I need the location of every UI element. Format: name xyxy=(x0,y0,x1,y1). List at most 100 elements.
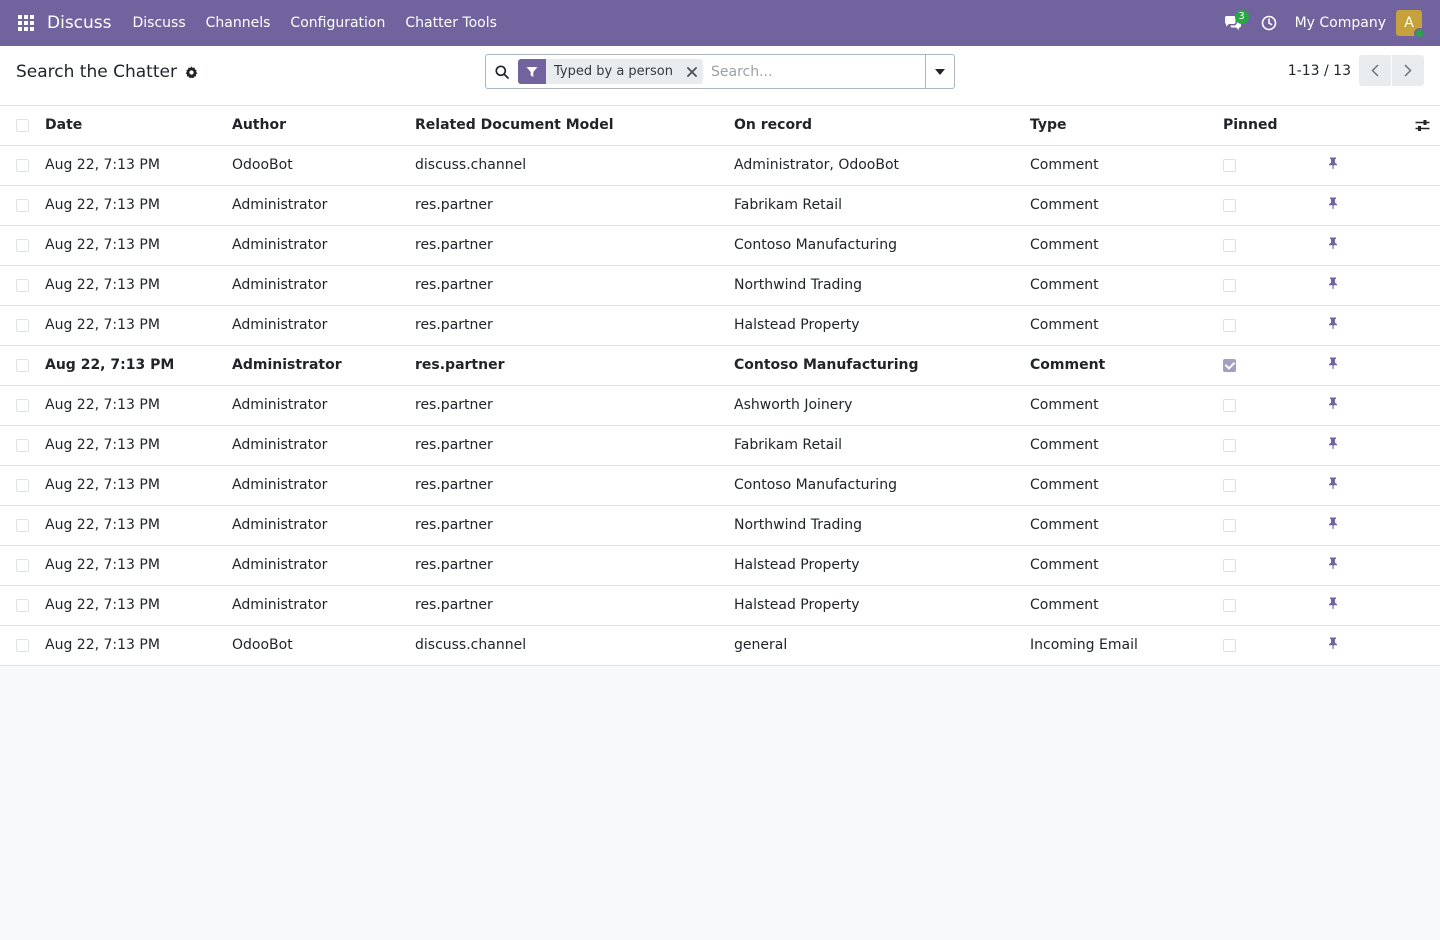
cell-type: Comment xyxy=(1030,425,1223,466)
activity-menu-button[interactable] xyxy=(1253,0,1285,46)
row-select-cell xyxy=(0,465,45,506)
pin-icon[interactable] xyxy=(1328,197,1338,213)
cell-pin-action xyxy=(1328,505,1440,546)
apps-menu-button[interactable] xyxy=(9,0,43,46)
cell-on-record: Halstead Property xyxy=(734,585,1030,626)
table-row[interactable]: Aug 22, 7:13 PM Administrator res.partner C… xyxy=(0,465,1440,506)
pin-icon[interactable] xyxy=(1328,277,1338,293)
cell-pinned xyxy=(1223,345,1328,386)
company-switcher[interactable]: My Company xyxy=(1285,15,1396,31)
menu-chatter-tools[interactable]: Chatter Tools xyxy=(395,0,507,46)
cell-model: res.partner xyxy=(415,305,734,346)
pin-icon[interactable] xyxy=(1328,517,1338,533)
search-input[interactable] xyxy=(708,56,925,87)
search-options-toggle[interactable] xyxy=(925,55,954,88)
cell-pinned xyxy=(1223,185,1328,226)
row-select-checkbox[interactable] xyxy=(16,598,29,612)
cell-date: Aug 22, 7:13 PM xyxy=(45,625,232,666)
close-icon[interactable] xyxy=(681,59,703,84)
cell-type: Comment xyxy=(1030,145,1223,186)
pager-value[interactable]: 1-13 / 13 xyxy=(1288,63,1351,79)
column-header-pinned[interactable]: Pinned xyxy=(1223,106,1328,146)
table-row[interactable]: Aug 22, 7:13 PM Administrator res.partner F… xyxy=(0,425,1440,466)
row-select-cell xyxy=(0,345,45,386)
app-brand[interactable]: Discuss xyxy=(47,13,112,33)
cell-pinned xyxy=(1223,465,1328,506)
cell-type: Comment xyxy=(1030,265,1223,306)
gear-icon[interactable] xyxy=(185,65,198,79)
row-select-checkbox[interactable] xyxy=(16,478,29,492)
pin-icon[interactable] xyxy=(1328,477,1338,493)
sliders-icon[interactable] xyxy=(1328,119,1440,132)
table-row[interactable]: Aug 22, 7:13 PM Administrator res.partner F… xyxy=(0,185,1440,226)
column-header-model[interactable]: Related Document Model xyxy=(415,106,734,146)
pinned-checkbox xyxy=(1223,358,1236,372)
row-select-checkbox[interactable] xyxy=(16,198,29,212)
cell-model: res.partner xyxy=(415,345,734,386)
row-select-checkbox[interactable] xyxy=(16,438,29,452)
messaging-menu-button[interactable]: 3 xyxy=(1213,0,1253,46)
row-select-checkbox[interactable] xyxy=(16,358,29,372)
row-select-checkbox[interactable] xyxy=(16,398,29,412)
column-header-type[interactable]: Type xyxy=(1030,106,1223,146)
row-select-checkbox[interactable] xyxy=(16,318,29,332)
cell-pin-action xyxy=(1328,345,1440,386)
menu-configuration[interactable]: Configuration xyxy=(280,0,395,46)
column-header-on-record[interactable]: On record xyxy=(734,106,1030,146)
cell-type: Comment xyxy=(1030,385,1223,426)
table-row[interactable]: Aug 22, 7:13 PM Administrator res.partner N… xyxy=(0,505,1440,546)
column-header-author[interactable]: Author xyxy=(232,106,415,146)
pinned-checkbox xyxy=(1223,638,1236,652)
table-header-row: Date Author Related Document Model On re… xyxy=(0,106,1440,146)
table-row[interactable]: Aug 22, 7:13 PM Administrator res.partner H… xyxy=(0,305,1440,346)
pin-icon[interactable] xyxy=(1328,357,1338,373)
row-select-checkbox[interactable] xyxy=(16,158,29,172)
pin-icon[interactable] xyxy=(1328,597,1338,613)
select-all-checkbox[interactable] xyxy=(16,118,29,132)
menu-discuss[interactable]: Discuss xyxy=(123,0,196,46)
cell-author: Administrator xyxy=(232,385,415,426)
table-row[interactable]: Aug 22, 7:13 PM OdooBot discuss.channel gen… xyxy=(0,625,1440,666)
row-select-cell xyxy=(0,265,45,306)
table-row[interactable]: Aug 22, 7:13 PM OdooBot discuss.channel Adm… xyxy=(0,145,1440,186)
cell-pin-action xyxy=(1328,425,1440,466)
table-row[interactable]: Aug 22, 7:13 PM Administrator res.partner A… xyxy=(0,385,1440,426)
pin-icon[interactable] xyxy=(1328,437,1338,453)
cell-on-record: Contoso Manufacturing xyxy=(734,345,1030,386)
pager-previous-button[interactable] xyxy=(1359,55,1391,86)
cell-pinned xyxy=(1223,545,1328,586)
pinned-checkbox xyxy=(1223,398,1236,412)
pin-icon[interactable] xyxy=(1328,637,1338,653)
cell-pin-action xyxy=(1328,305,1440,346)
table-row[interactable]: Aug 22, 7:13 PM Administrator res.partner C… xyxy=(0,225,1440,266)
table-row[interactable]: Aug 22, 7:13 PM Administrator res.partner H… xyxy=(0,585,1440,626)
menu-channels[interactable]: Channels xyxy=(196,0,281,46)
table-row[interactable]: Aug 22, 7:13 PM Administrator res.partner C… xyxy=(0,345,1440,386)
pinned-checkbox xyxy=(1223,278,1236,292)
cell-model: res.partner xyxy=(415,265,734,306)
pin-icon[interactable] xyxy=(1328,317,1338,333)
cell-model: res.partner xyxy=(415,585,734,626)
row-select-checkbox[interactable] xyxy=(16,238,29,252)
table-row[interactable]: Aug 22, 7:13 PM Administrator res.partner N… xyxy=(0,265,1440,306)
pin-icon[interactable] xyxy=(1328,157,1338,173)
cell-date: Aug 22, 7:13 PM xyxy=(45,345,232,386)
cell-type: Incoming Email xyxy=(1030,625,1223,666)
row-select-checkbox[interactable] xyxy=(16,518,29,532)
table-row[interactable]: Aug 22, 7:13 PM Administrator res.partner H… xyxy=(0,545,1440,586)
pin-icon[interactable] xyxy=(1328,557,1338,573)
pager-next-button[interactable] xyxy=(1392,55,1424,86)
cell-author: Administrator xyxy=(232,225,415,266)
cell-model: res.partner xyxy=(415,385,734,426)
cell-pin-action xyxy=(1328,385,1440,426)
user-avatar[interactable]: A xyxy=(1396,10,1425,39)
pin-icon[interactable] xyxy=(1328,397,1338,413)
row-select-checkbox[interactable] xyxy=(16,638,29,652)
search-icon xyxy=(486,64,518,79)
row-select-checkbox[interactable] xyxy=(16,278,29,292)
cell-author: Administrator xyxy=(232,465,415,506)
column-header-date[interactable]: Date xyxy=(45,106,232,146)
row-select-checkbox[interactable] xyxy=(16,558,29,572)
navbar-systray: 3 My Company A xyxy=(1213,0,1440,46)
pin-icon[interactable] xyxy=(1328,237,1338,253)
